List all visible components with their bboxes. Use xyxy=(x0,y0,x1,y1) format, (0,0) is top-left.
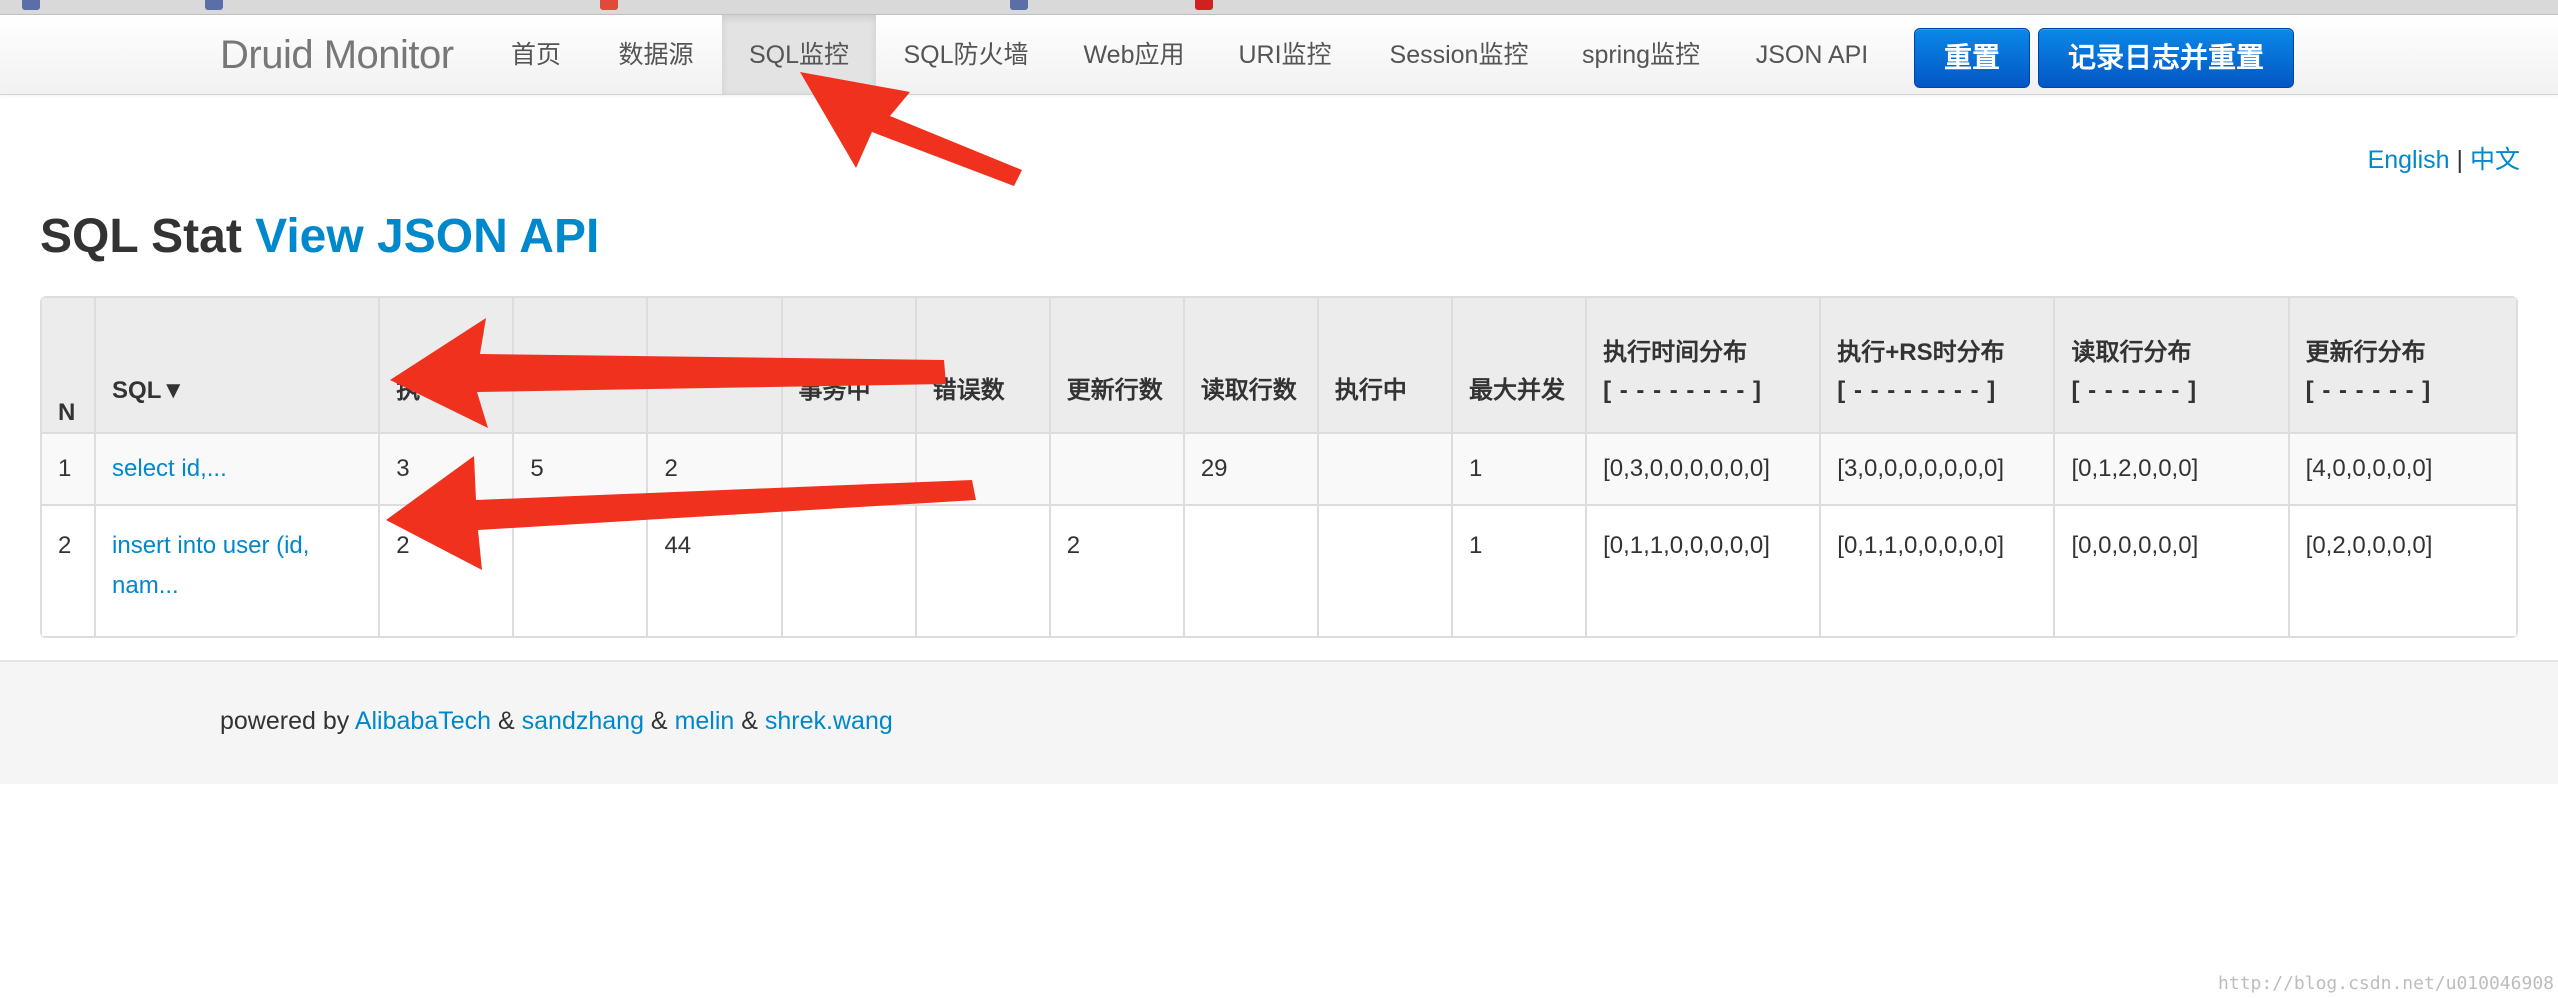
cell-in-transaction xyxy=(780,504,915,636)
col-header-histogram-legend: [ - - - - - - ] xyxy=(2071,377,2198,404)
sql-detail-link[interactable]: select id,... xyxy=(112,455,227,482)
browser-bookmark-strip xyxy=(0,0,2558,15)
footer-amp: & xyxy=(498,707,515,735)
cell-read-rows xyxy=(1182,504,1317,636)
cell-errors xyxy=(914,432,1049,504)
cell-max-concurrent: 1 xyxy=(1451,432,1586,504)
table-row: 1 select id,... 3 5 2 29 1 [0,3,0,0,0,0,… xyxy=(42,432,2516,504)
cell-update-dist: [0,2,0,0,0,0] xyxy=(2287,504,2516,636)
cell-update-rows: 2 xyxy=(1048,504,1183,636)
sql-stat-table: N SQL▼ 执 事务中 错误数 更新行数 读取行数 执行中 最大并发 执行时间… xyxy=(40,296,2518,638)
page-title-text: SQL Stat xyxy=(40,210,242,263)
cell-sql: select id,... xyxy=(94,432,379,504)
col-header-max-concurrent[interactable]: 最大并发 xyxy=(1451,298,1586,432)
brand-logo[interactable]: Druid Monitor xyxy=(220,29,454,81)
nav-item-datasource[interactable]: 数据源 xyxy=(604,15,708,94)
sql-detail-link[interactable]: insert into user (id, nam... xyxy=(112,532,309,599)
language-switcher: English | 中文 xyxy=(2368,140,2520,176)
cell-exec-time-dist: [0,1,1,0,0,0,0,0] xyxy=(1585,504,1820,636)
cell-read-dist: [0,1,2,0,0,0] xyxy=(2053,432,2288,504)
nav-item-sql-firewall[interactable]: SQL防火墙 xyxy=(896,15,1036,94)
bookmark-icon xyxy=(1195,0,1213,10)
table-header-row: N SQL▼ 执 事务中 错误数 更新行数 读取行数 执行中 最大并发 执行时间… xyxy=(42,298,2516,432)
cell-errors xyxy=(914,504,1049,636)
footer-amp: & xyxy=(650,707,668,735)
cell-in-transaction xyxy=(780,432,915,504)
bookmark-icon xyxy=(205,0,223,10)
cell-read-rows: 29 xyxy=(1182,432,1317,504)
footer-link-shrek-wang[interactable]: shrek.wang xyxy=(765,707,893,735)
cell-update-dist: [4,0,0,0,0,0] xyxy=(2287,432,2516,504)
col-header-exec-time-dist[interactable]: 执行时间分布 [ - - - - - - - - ] xyxy=(1585,298,1820,432)
nav-item-json-api[interactable]: JSON API xyxy=(1748,15,1876,94)
language-english-link[interactable]: English xyxy=(2368,146,2450,174)
table-row: 2 insert into user (id, nam... 2 44 2 1 … xyxy=(42,504,2516,636)
cell-exec-count: 2 xyxy=(378,504,513,636)
nav-item-session-monitor[interactable]: Session监控 xyxy=(1380,15,1538,94)
view-json-api-link[interactable]: View JSON API xyxy=(255,210,599,263)
col-header-label: 更新行分布 xyxy=(2305,339,2426,366)
reset-button[interactable]: 重置 xyxy=(1914,28,2030,88)
footer-amp: & xyxy=(741,707,758,735)
cell-sql: insert into user (id, nam... xyxy=(94,504,379,636)
footer-powered-by: powered by xyxy=(220,707,350,735)
col-header-label: 执行时间分布 xyxy=(1603,339,1748,366)
cell-running xyxy=(1316,504,1451,636)
bookmark-icon xyxy=(600,0,618,10)
cell-col4 xyxy=(512,504,647,636)
cell-max-concurrent: 1 xyxy=(1451,504,1586,636)
nav-item-web-app[interactable]: Web应用 xyxy=(1074,15,1194,94)
footer-link-alibabatech[interactable]: AlibabaTech xyxy=(355,707,491,735)
cell-exec-rs-dist: [0,1,1,0,0,0,0,0] xyxy=(1819,504,2054,636)
col-header-histogram-legend: [ - - - - - - - - ] xyxy=(1603,377,1763,404)
col-header-histogram-legend: [ - - - - - - ] xyxy=(2305,377,2432,404)
col-header-exec-count[interactable]: 执 xyxy=(378,298,513,432)
bookmark-icon xyxy=(1010,0,1028,10)
nav-item-home[interactable]: 首页 xyxy=(492,15,580,94)
col-header-n[interactable]: N xyxy=(42,298,95,432)
col-header-label: 读取行分布 xyxy=(2071,339,2192,366)
page-title: SQL Stat View JSON API xyxy=(40,205,599,269)
top-navbar: Druid Monitor 首页 数据源 SQL监控 SQL防火墙 Web应用 … xyxy=(0,15,2558,95)
col-header-exec-rs-dist[interactable]: 执行+RS时分布 [ - - - - - - - - ] xyxy=(1819,298,2054,432)
cell-running xyxy=(1316,432,1451,504)
col-header-in-transaction[interactable]: 事务中 xyxy=(780,298,915,432)
cell-exec-count: 3 xyxy=(378,432,513,504)
col-header-update-dist[interactable]: 更新行分布 [ - - - - - - ] xyxy=(2287,298,2516,432)
log-and-reset-button[interactable]: 记录日志并重置 xyxy=(2038,28,2294,88)
page-footer: powered by AlibabaTech & sandzhang & mel… xyxy=(0,660,2558,784)
col-header-label: 执行+RS时分布 xyxy=(1837,339,2005,366)
col-header-update-rows[interactable]: 更新行数 xyxy=(1048,298,1183,432)
nav-item-sql-monitor[interactable]: SQL监控 xyxy=(722,15,876,94)
col-header-col5[interactable] xyxy=(646,298,781,432)
col-header-running[interactable]: 执行中 xyxy=(1316,298,1451,432)
cell-exec-rs-dist: [3,0,0,0,0,0,0,0] xyxy=(1819,432,2054,504)
cell-read-dist: [0,0,0,0,0,0] xyxy=(2053,504,2288,636)
cell-col4: 5 xyxy=(512,432,647,504)
col-header-col4[interactable] xyxy=(512,298,647,432)
cell-n: 1 xyxy=(42,432,95,504)
footer-link-sandzhang[interactable]: sandzhang xyxy=(522,707,644,735)
language-chinese-link[interactable]: 中文 xyxy=(2470,146,2520,174)
bookmark-icon xyxy=(22,0,40,10)
footer-credits: powered by AlibabaTech & sandzhang & mel… xyxy=(220,707,893,736)
footer-link-melin[interactable]: melin xyxy=(675,707,735,735)
language-separator: | xyxy=(2456,146,2464,174)
nav-item-uri-monitor[interactable]: URI监控 xyxy=(1234,15,1336,94)
col-header-read-rows[interactable]: 读取行数 xyxy=(1182,298,1317,432)
col-header-histogram-legend: [ - - - - - - - - ] xyxy=(1837,377,1997,404)
cell-col5: 44 xyxy=(646,504,781,636)
cell-col5: 2 xyxy=(646,432,781,504)
cell-update-rows xyxy=(1048,432,1183,504)
col-header-read-dist[interactable]: 读取行分布 [ - - - - - - ] xyxy=(2053,298,2288,432)
col-header-errors[interactable]: 错误数 xyxy=(914,298,1049,432)
cell-exec-time-dist: [0,3,0,0,0,0,0,0] xyxy=(1585,432,1820,504)
watermark: http://blog.csdn.net/u010046908 xyxy=(2218,973,2554,994)
cell-n: 2 xyxy=(42,504,95,636)
nav-item-spring-monitor[interactable]: spring监控 xyxy=(1576,15,1706,94)
col-header-sql[interactable]: SQL▼ xyxy=(94,298,379,432)
